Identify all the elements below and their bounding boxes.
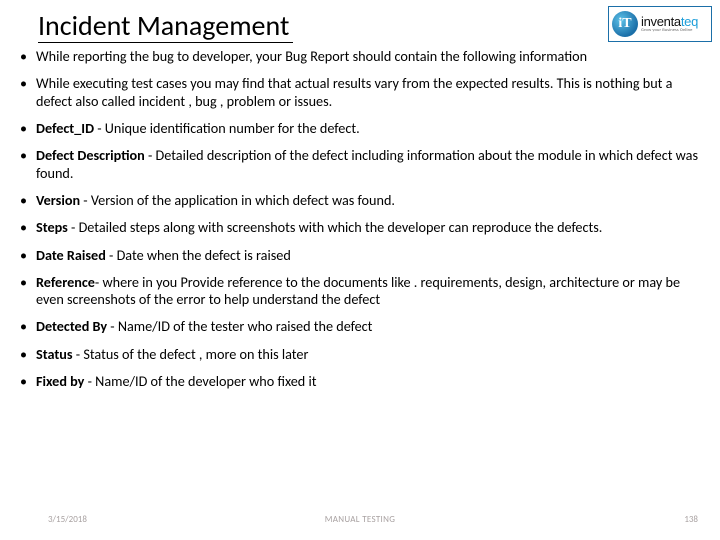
bullet-item: Date Raised - Date when the defect is ra… [18, 247, 702, 264]
bullet-text: While reporting the bug to developer, yo… [36, 47, 587, 65]
content-area: While reporting the bug to developer, yo… [18, 48, 702, 400]
footer-page-number: 138 [684, 514, 698, 525]
bullet-label: Reference [36, 273, 95, 291]
footer-date: 3/15/2018 [48, 514, 87, 525]
bullet-item: Defect_ID - Unique identification number… [18, 120, 702, 137]
bullet-item: Defect Description - Detailed descriptio… [18, 147, 702, 182]
bullet-rest: - Date when the defect is raised [106, 246, 291, 264]
bullet-item: Fixed by - Name/ID of the developer who … [18, 373, 702, 390]
bullet-rest: - where in you Provide reference to the … [36, 273, 680, 308]
bullet-item: Version - Version of the application in … [18, 192, 702, 209]
brand-logo: iT inventateq Grow your Business Online [608, 6, 712, 42]
bullet-label: Version [36, 191, 80, 209]
bullet-item: Reference- where in you Provide referenc… [18, 274, 702, 309]
logo-wordmark: inventateq [641, 15, 698, 28]
bullet-text: While executing test cases you may find … [36, 74, 672, 109]
footer: 3/15/2018 MANUAL TESTING 138 [0, 514, 720, 530]
bullet-label: Fixed by [36, 372, 84, 390]
footer-center: MANUAL TESTING [325, 514, 395, 525]
bullet-rest: - Detailed steps along with screenshots … [68, 218, 603, 236]
logo-word-pre: inventa [641, 14, 681, 29]
bullet-rest: - Version of the application in which de… [80, 191, 395, 209]
bullet-item: Status - Status of the defect , more on … [18, 346, 702, 363]
bullet-label: Defect_ID [36, 119, 94, 137]
bullet-item: While reporting the bug to developer, yo… [18, 48, 702, 65]
bullet-label: Status [36, 345, 73, 363]
logo-mark-icon: iT [612, 11, 638, 37]
slide-title: Incident Management [38, 10, 293, 43]
bullet-rest: - Unique identification number for the d… [94, 119, 360, 137]
bullet-rest: - Name/ID of the developer who fixed it [84, 372, 316, 390]
bullet-item: While executing test cases you may find … [18, 75, 702, 110]
bullet-list: While reporting the bug to developer, yo… [18, 48, 702, 390]
bullet-item: Steps - Detailed steps along with screen… [18, 219, 702, 236]
bullet-label: Defect Description [36, 146, 145, 164]
bullet-rest: - Status of the defect , more on this la… [73, 345, 309, 363]
bullet-item: Detected By - Name/ID of the tester who … [18, 318, 702, 335]
logo-text: inventateq Grow your Business Online [641, 15, 698, 34]
bullet-label: Steps [36, 218, 68, 236]
bullet-label: Date Raised [36, 246, 106, 264]
bullet-label: Detected By [36, 317, 107, 335]
slide: Incident Management iT inventateq Grow y… [0, 0, 720, 540]
bullet-rest: - Name/ID of the tester who raised the d… [107, 317, 372, 335]
logo-mark-text: iT [618, 17, 631, 31]
logo-word-accent: teq [681, 14, 698, 29]
logo-tagline: Grow your Business Online [641, 29, 698, 34]
